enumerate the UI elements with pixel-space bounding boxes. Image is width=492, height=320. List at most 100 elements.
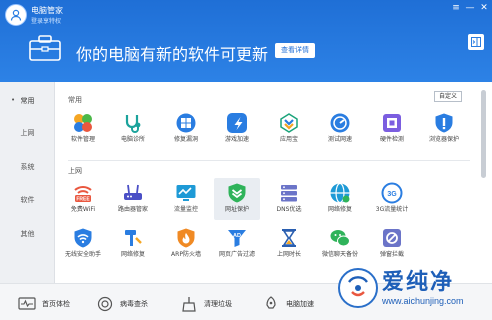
tool-label: 网页广告过滤 xyxy=(218,251,255,258)
tool-dns[interactable]: DNS优选 xyxy=(266,182,312,214)
minimize-button[interactable]: — xyxy=(464,2,476,14)
sidebar-toggle-button[interactable] xyxy=(468,34,484,50)
nav-label: 清理垃圾 xyxy=(204,300,232,308)
section-divider xyxy=(68,160,470,161)
checkup-icon xyxy=(18,297,36,310)
menu-button[interactable]: ≡ xyxy=(450,2,462,14)
tool-label: 修复漏洞 xyxy=(173,136,198,143)
window-controls: ≡ — ✕ xyxy=(450,2,490,14)
tool-popup-block[interactable]: 弹窗拦截 xyxy=(369,227,415,259)
cleanup-icon xyxy=(182,297,196,312)
sidebar-item-other[interactable]: 其他 xyxy=(0,229,55,239)
nav-virus-scan[interactable]: 病毒查杀 xyxy=(96,296,148,312)
wireless-security-icon xyxy=(74,228,92,248)
svg-text:AD: AD xyxy=(233,233,241,239)
speed-test-icon xyxy=(330,113,350,133)
game-boost-icon xyxy=(227,113,247,133)
nav-label: 病毒查杀 xyxy=(120,300,148,308)
close-button[interactable]: ✕ xyxy=(478,2,490,14)
tool-url-protect[interactable]: 网址保护 xyxy=(214,178,260,220)
tool-pc-clinic[interactable]: 电脑诊所 xyxy=(110,112,156,144)
tool-3g-traffic[interactable]: 3G 3G流量统计 xyxy=(369,182,415,214)
nav-label: 电脑加速 xyxy=(286,300,314,308)
watermark-url: www.aichunjing.com xyxy=(382,296,464,306)
online-time-icon xyxy=(282,229,296,247)
tool-network-repair[interactable]: 网络修复 xyxy=(110,227,156,259)
network-fix-icon xyxy=(330,182,350,204)
user-icon xyxy=(10,9,22,21)
svg-text:FREE: FREE xyxy=(76,197,90,203)
nav-speedup[interactable]: 电脑加速 xyxy=(262,296,314,312)
arp-firewall-icon xyxy=(177,228,195,248)
tool-label: 路由器管家 xyxy=(117,206,148,213)
watermark-logo xyxy=(338,268,378,308)
sidebar-item-common[interactable]: 常用 xyxy=(0,96,55,106)
sidebar-item-system[interactable]: 系统 xyxy=(0,162,55,172)
speedup-icon xyxy=(266,296,276,309)
tool-speed-test[interactable]: 测试网速 xyxy=(317,112,363,144)
software-manager-icon xyxy=(74,114,92,132)
tool-label: 上网时长 xyxy=(276,251,301,258)
avatar[interactable] xyxy=(5,4,27,26)
tool-browser-protect[interactable]: 浏览器保护 xyxy=(421,112,467,144)
watermark-text: 爱纯净 xyxy=(382,270,455,295)
svg-text:3G: 3G xyxy=(387,191,397,198)
tool-label: 应用宝 xyxy=(279,136,298,143)
popup-block-icon xyxy=(383,229,401,247)
login-link[interactable]: 登录享特权 xyxy=(31,16,61,25)
toolbox-icon xyxy=(29,35,61,61)
router-icon xyxy=(124,184,142,200)
tool-label: ARP防火墙 xyxy=(171,251,201,258)
tool-label: 网络修复 xyxy=(327,206,352,213)
tool-game-boost[interactable]: 游戏加速 xyxy=(214,112,260,144)
tool-free-wifi[interactable]: FREE 免费WiFi xyxy=(60,182,106,214)
tool-label: 测试网速 xyxy=(327,136,352,143)
tool-label: 硬件检测 xyxy=(379,136,404,143)
app-store-icon xyxy=(280,113,298,133)
nav-checkup[interactable]: 首页体检 xyxy=(18,296,70,312)
tool-arp-firewall[interactable]: ARP防火墙 xyxy=(163,227,209,259)
header: 电脑管家 登录享特权 ≡ — ✕ 你的电脑有新的软件可更新 查看详情 xyxy=(0,0,492,82)
free-wifi-icon: FREE xyxy=(74,186,92,203)
tool-label: 网址保护 xyxy=(224,206,249,213)
customize-button[interactable]: 自定义 xyxy=(433,91,462,102)
tool-wechat-backup[interactable]: 微信聊天备份 xyxy=(317,227,363,259)
update-headline: 你的电脑有新的软件可更新 xyxy=(76,45,269,64)
tool-router[interactable]: 路由器管家 xyxy=(110,182,156,214)
category-sidebar: 常用 上网 系统 软件 其他 xyxy=(0,82,55,283)
sidebar-item-software[interactable]: 软件 xyxy=(0,195,55,205)
virus-scan-icon xyxy=(97,296,113,312)
tool-label: 网络修复 xyxy=(120,251,145,258)
nav-cleanup[interactable]: 清理垃圾 xyxy=(180,296,232,312)
tool-fix-vulnerability[interactable]: 修复漏洞 xyxy=(163,112,209,144)
tool-label: 浏览器保护 xyxy=(428,136,459,143)
sidebar-item-internet[interactable]: 上网 xyxy=(0,128,55,138)
fix-vulnerability-icon xyxy=(176,113,196,133)
section-title-common: 常用 xyxy=(68,96,82,104)
tool-ad-filter[interactable]: AD 网页广告过滤 xyxy=(214,227,260,259)
network-repair-icon xyxy=(125,230,142,246)
tool-label: 电脑诊所 xyxy=(120,136,145,143)
tool-traffic-monitor[interactable]: 流量监控 xyxy=(163,182,209,214)
panel-icon xyxy=(471,37,481,47)
tool-label: 无线安全助手 xyxy=(64,251,101,258)
wechat-backup-icon xyxy=(330,230,350,247)
tool-label: 流量监控 xyxy=(173,206,198,213)
tool-label: DNS优选 xyxy=(276,206,302,213)
tool-label: 游戏加速 xyxy=(224,136,249,143)
nav-label: 首页体检 xyxy=(42,300,70,308)
tool-wireless-security[interactable]: 无线安全助手 xyxy=(60,227,106,259)
tool-label: 免费WiFi xyxy=(70,206,96,213)
view-details-button[interactable]: 查看详情 xyxy=(275,43,315,58)
tool-network-fix[interactable]: 网络修复 xyxy=(317,182,363,214)
tool-online-time[interactable]: 上网时长 xyxy=(266,227,312,259)
tool-software-manager[interactable]: 软件管理 xyxy=(60,112,106,144)
tool-hardware-check[interactable]: 硬件检测 xyxy=(369,112,415,144)
watermark: 爱纯净 www.aichunjing.com xyxy=(338,258,488,318)
scrollbar[interactable] xyxy=(481,90,486,178)
hardware-check-icon xyxy=(383,114,401,132)
traffic-monitor-icon xyxy=(176,185,196,201)
tool-app-store[interactable]: 应用宝 xyxy=(266,112,312,144)
ad-filter-icon: AD xyxy=(228,230,246,247)
watermark-logo-icon xyxy=(348,276,368,297)
